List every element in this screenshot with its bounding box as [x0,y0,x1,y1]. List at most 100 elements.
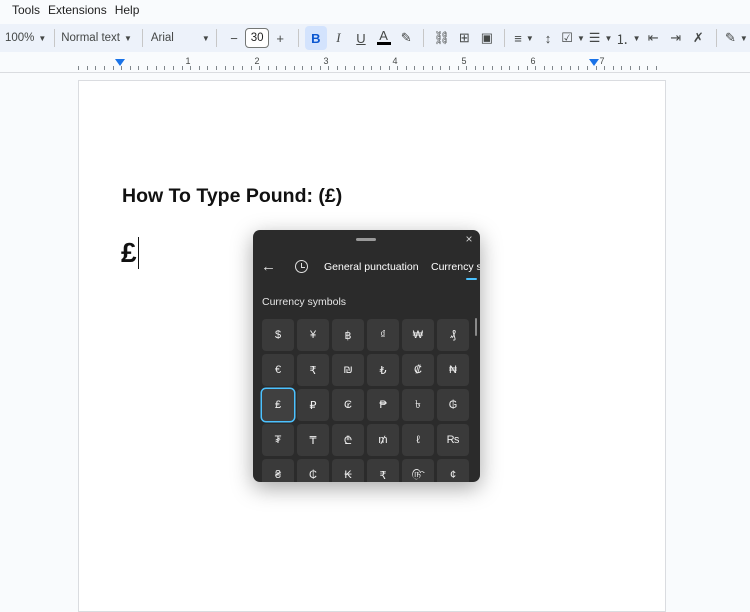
active-tab-indicator [466,278,477,280]
symbol-cell[interactable]: ₱ [367,389,399,421]
symbol-cell[interactable]: ௹ [402,459,434,482]
symbol-cell[interactable]: ₭ [332,459,364,482]
ruler-tick [250,66,252,70]
symbol-cell[interactable]: ₹ [297,354,329,386]
highlight-icon[interactable]: ✎ [395,26,418,50]
tab-currency-symbols[interactable]: Currency s [431,261,480,273]
ruler-tick [509,66,511,70]
tab-general-punctuation[interactable]: General punctuation [324,261,419,273]
symbol-cell[interactable]: ৳ [402,389,434,421]
symbol-cell[interactable]: ₰ [437,319,469,351]
symbol-cell[interactable]: ¥ [297,319,329,351]
symbol-cell[interactable]: ℓ [402,424,434,456]
numbered-list-icon[interactable]: ⒈ ▼ [614,26,642,50]
insert-image-icon[interactable]: ▣ [476,26,499,50]
ruler-number: 6 [530,56,536,66]
ruler-tick [517,66,519,70]
ruler-tick [164,66,166,70]
symbol-cell[interactable]: ₮ [262,424,294,456]
style-select[interactable]: Normal text ▼ [61,26,136,50]
menu-tools[interactable]: Tools [0,3,40,17]
close-icon[interactable]: × [462,232,476,248]
menu-extensions[interactable]: Extensions [38,3,107,17]
text-color-swatch [376,42,391,45]
symbol-cell[interactable]: ₲ [437,389,469,421]
symbol-cell[interactable]: ¢ [437,459,469,482]
symbol-cell[interactable]: ₺ [367,354,399,386]
ruler-tick [121,66,123,70]
decrease-indent-icon[interactable]: ⇤ [642,26,665,50]
symbol-cell[interactable]: ₢ [332,389,364,421]
scrollbar[interactable] [475,318,477,336]
font-select[interactable]: Arial ▼ [151,26,210,50]
ruler-tick [379,66,381,70]
font-size-input[interactable]: 30 [245,28,269,48]
symbol-cell[interactable]: ₨ [437,424,469,456]
ruler-tick [647,66,649,70]
recent-clock-icon[interactable] [295,260,308,273]
bulleted-list-icon[interactable]: ☰ ▼ [587,26,615,50]
italic-button[interactable]: I [327,26,350,50]
symbol-cell[interactable]: ฿ [332,319,364,351]
editing-mode-icon[interactable]: ✎ ▼ [723,26,750,50]
symbol-cell[interactable]: ₸ [297,424,329,456]
ruler-number: 1 [185,56,191,66]
link-icon[interactable]: ⛓ [430,26,453,50]
increase-font-size-button[interactable]: + [269,26,292,50]
zoom-select[interactable]: 100% ▼ [5,26,48,50]
symbol-cell[interactable]: ₫ [367,319,399,351]
left-indent-marker[interactable] [115,59,125,66]
symbol-cell[interactable]: € [262,354,294,386]
symbol-cell[interactable]: ₩ [402,319,434,351]
ruler-tick [224,66,226,70]
text-color-letter: A [379,28,388,43]
symbol-cell[interactable]: ₥ [367,424,399,456]
ruler-tick [586,66,588,70]
ruler-tick [431,66,433,70]
bold-button[interactable]: B [304,26,328,50]
menu-bar: Tools Extensions Help [0,0,750,20]
ruler-tick [440,66,442,70]
checklist-icon[interactable]: ☑ ▼ [559,26,587,50]
symbol-cell[interactable]: ₴ [262,459,294,482]
ruler-tick [569,66,571,70]
text-color-button[interactable]: A [372,26,395,50]
ruler-tick [371,66,373,70]
ruler-tick [492,66,493,70]
ruler-tick [655,66,657,70]
chevron-down-icon: ▼ [739,33,748,43]
symbol-cell[interactable]: ₦ [437,354,469,386]
symbol-cell[interactable]: ₽ [297,389,329,421]
ruler-number: 4 [392,56,398,66]
ruler-tick [561,66,562,70]
symbol-cell[interactable]: ₤ [262,389,294,421]
ruler-number: 7 [599,56,605,66]
back-arrow-icon[interactable]: ← [261,258,276,275]
clear-formatting-icon[interactable]: ✗ [687,26,710,50]
menu-help[interactable]: Help [105,3,140,17]
ruler-tick [595,66,597,70]
symbol-cell[interactable]: ₵ [297,459,329,482]
ruler-number: 3 [323,56,329,66]
drag-handle[interactable] [356,238,376,241]
ruler-tick [138,66,140,70]
ruler-tick [526,66,528,70]
chevron-down-icon: ▼ [201,33,210,43]
ruler-number: 5 [461,56,467,66]
decrease-font-size-button[interactable]: − [223,26,246,50]
underline-button[interactable]: U [350,26,373,50]
symbol-cell[interactable]: ₹ [367,459,399,482]
document-heading: How To Type Pound: (£) [122,185,343,207]
add-comment-icon[interactable]: ⊞ [453,26,476,50]
symbol-cell[interactable]: $ [262,319,294,351]
increase-indent-icon[interactable]: ⇥ [664,26,687,50]
line-spacing-icon[interactable]: ↕ [537,26,560,50]
chevron-down-icon: ▼ [38,33,47,43]
right-indent-marker[interactable] [589,59,599,66]
ruler-tick [302,66,304,70]
ruler[interactable]: 1 2 3 4 5 6 7 [0,56,750,73]
symbol-cell[interactable]: ₾ [332,424,364,456]
symbol-cell[interactable]: ₪ [332,354,364,386]
align-icon[interactable]: ≡ ▼ [511,26,537,50]
symbol-cell[interactable]: ₡ [402,354,434,386]
